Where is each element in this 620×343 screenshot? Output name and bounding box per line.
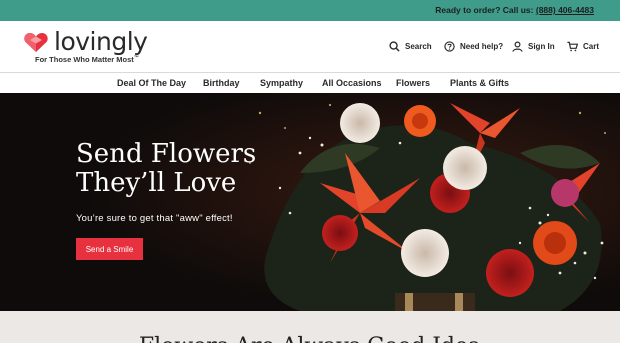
help-label: Need help?: [460, 42, 504, 51]
help-link[interactable]: Need help?: [444, 41, 503, 52]
call-message: Ready to order? Call us: (888) 406-4483: [435, 5, 594, 15]
search-label: Search: [405, 42, 432, 51]
hero-flower-image: [0, 93, 620, 311]
signin-label: Sign In: [528, 42, 555, 51]
nav-plants-gifts[interactable]: Plants & Gifts: [450, 78, 509, 88]
hero-banner: Send Flowers They’ll Love You’re sure to…: [0, 93, 620, 311]
hero-title-line1: Send Flowers: [76, 139, 257, 169]
nav-all-occasions[interactable]: All Occasions: [322, 78, 382, 88]
brand-tagline: For Those Who Matter Most™: [35, 55, 139, 64]
section-band: Flowers Are Always Good Idea: [0, 311, 620, 343]
nav-birthday[interactable]: Birthday: [203, 78, 240, 88]
user-icon: [512, 41, 523, 52]
signin-link[interactable]: Sign In: [512, 41, 555, 52]
nav-sympathy[interactable]: Sympathy: [260, 78, 303, 88]
section-heading: Flowers Are Always Good Idea: [0, 334, 620, 343]
cart-label: Cart: [583, 42, 600, 51]
help-circle-icon: [444, 41, 455, 52]
hero-title-line2: They’ll Love: [76, 168, 237, 198]
nav-flowers[interactable]: Flowers: [396, 78, 430, 88]
call-text: Ready to order? Call us:: [435, 5, 536, 15]
hero-title: Send Flowers They’ll Love: [76, 140, 276, 198]
search-link[interactable]: Search: [389, 41, 432, 52]
search-icon: [389, 41, 400, 52]
brand-logo[interactable]: lovingly For Those Who Matter Most™: [24, 27, 154, 67]
nav-deal-of-the-day[interactable]: Deal Of The Day: [117, 78, 186, 88]
cart-icon: [567, 41, 578, 52]
site-header: lovingly For Those Who Matter Most™ Sear…: [0, 21, 620, 73]
heart-box-logo-icon: [24, 32, 48, 52]
phone-link[interactable]: (888) 406-4483: [536, 5, 594, 15]
main-nav: Deal Of The Day Birthday Sympathy All Oc…: [0, 73, 620, 93]
brand-name: lovingly: [54, 27, 148, 56]
cart-link[interactable]: Cart: [567, 41, 599, 52]
top-announcement-bar: Ready to order? Call us: (888) 406-4483: [0, 0, 620, 21]
send-a-smile-button[interactable]: Send a Smile: [76, 238, 143, 260]
hero-subtitle: You’re sure to get that "aww" effect!: [76, 213, 233, 224]
